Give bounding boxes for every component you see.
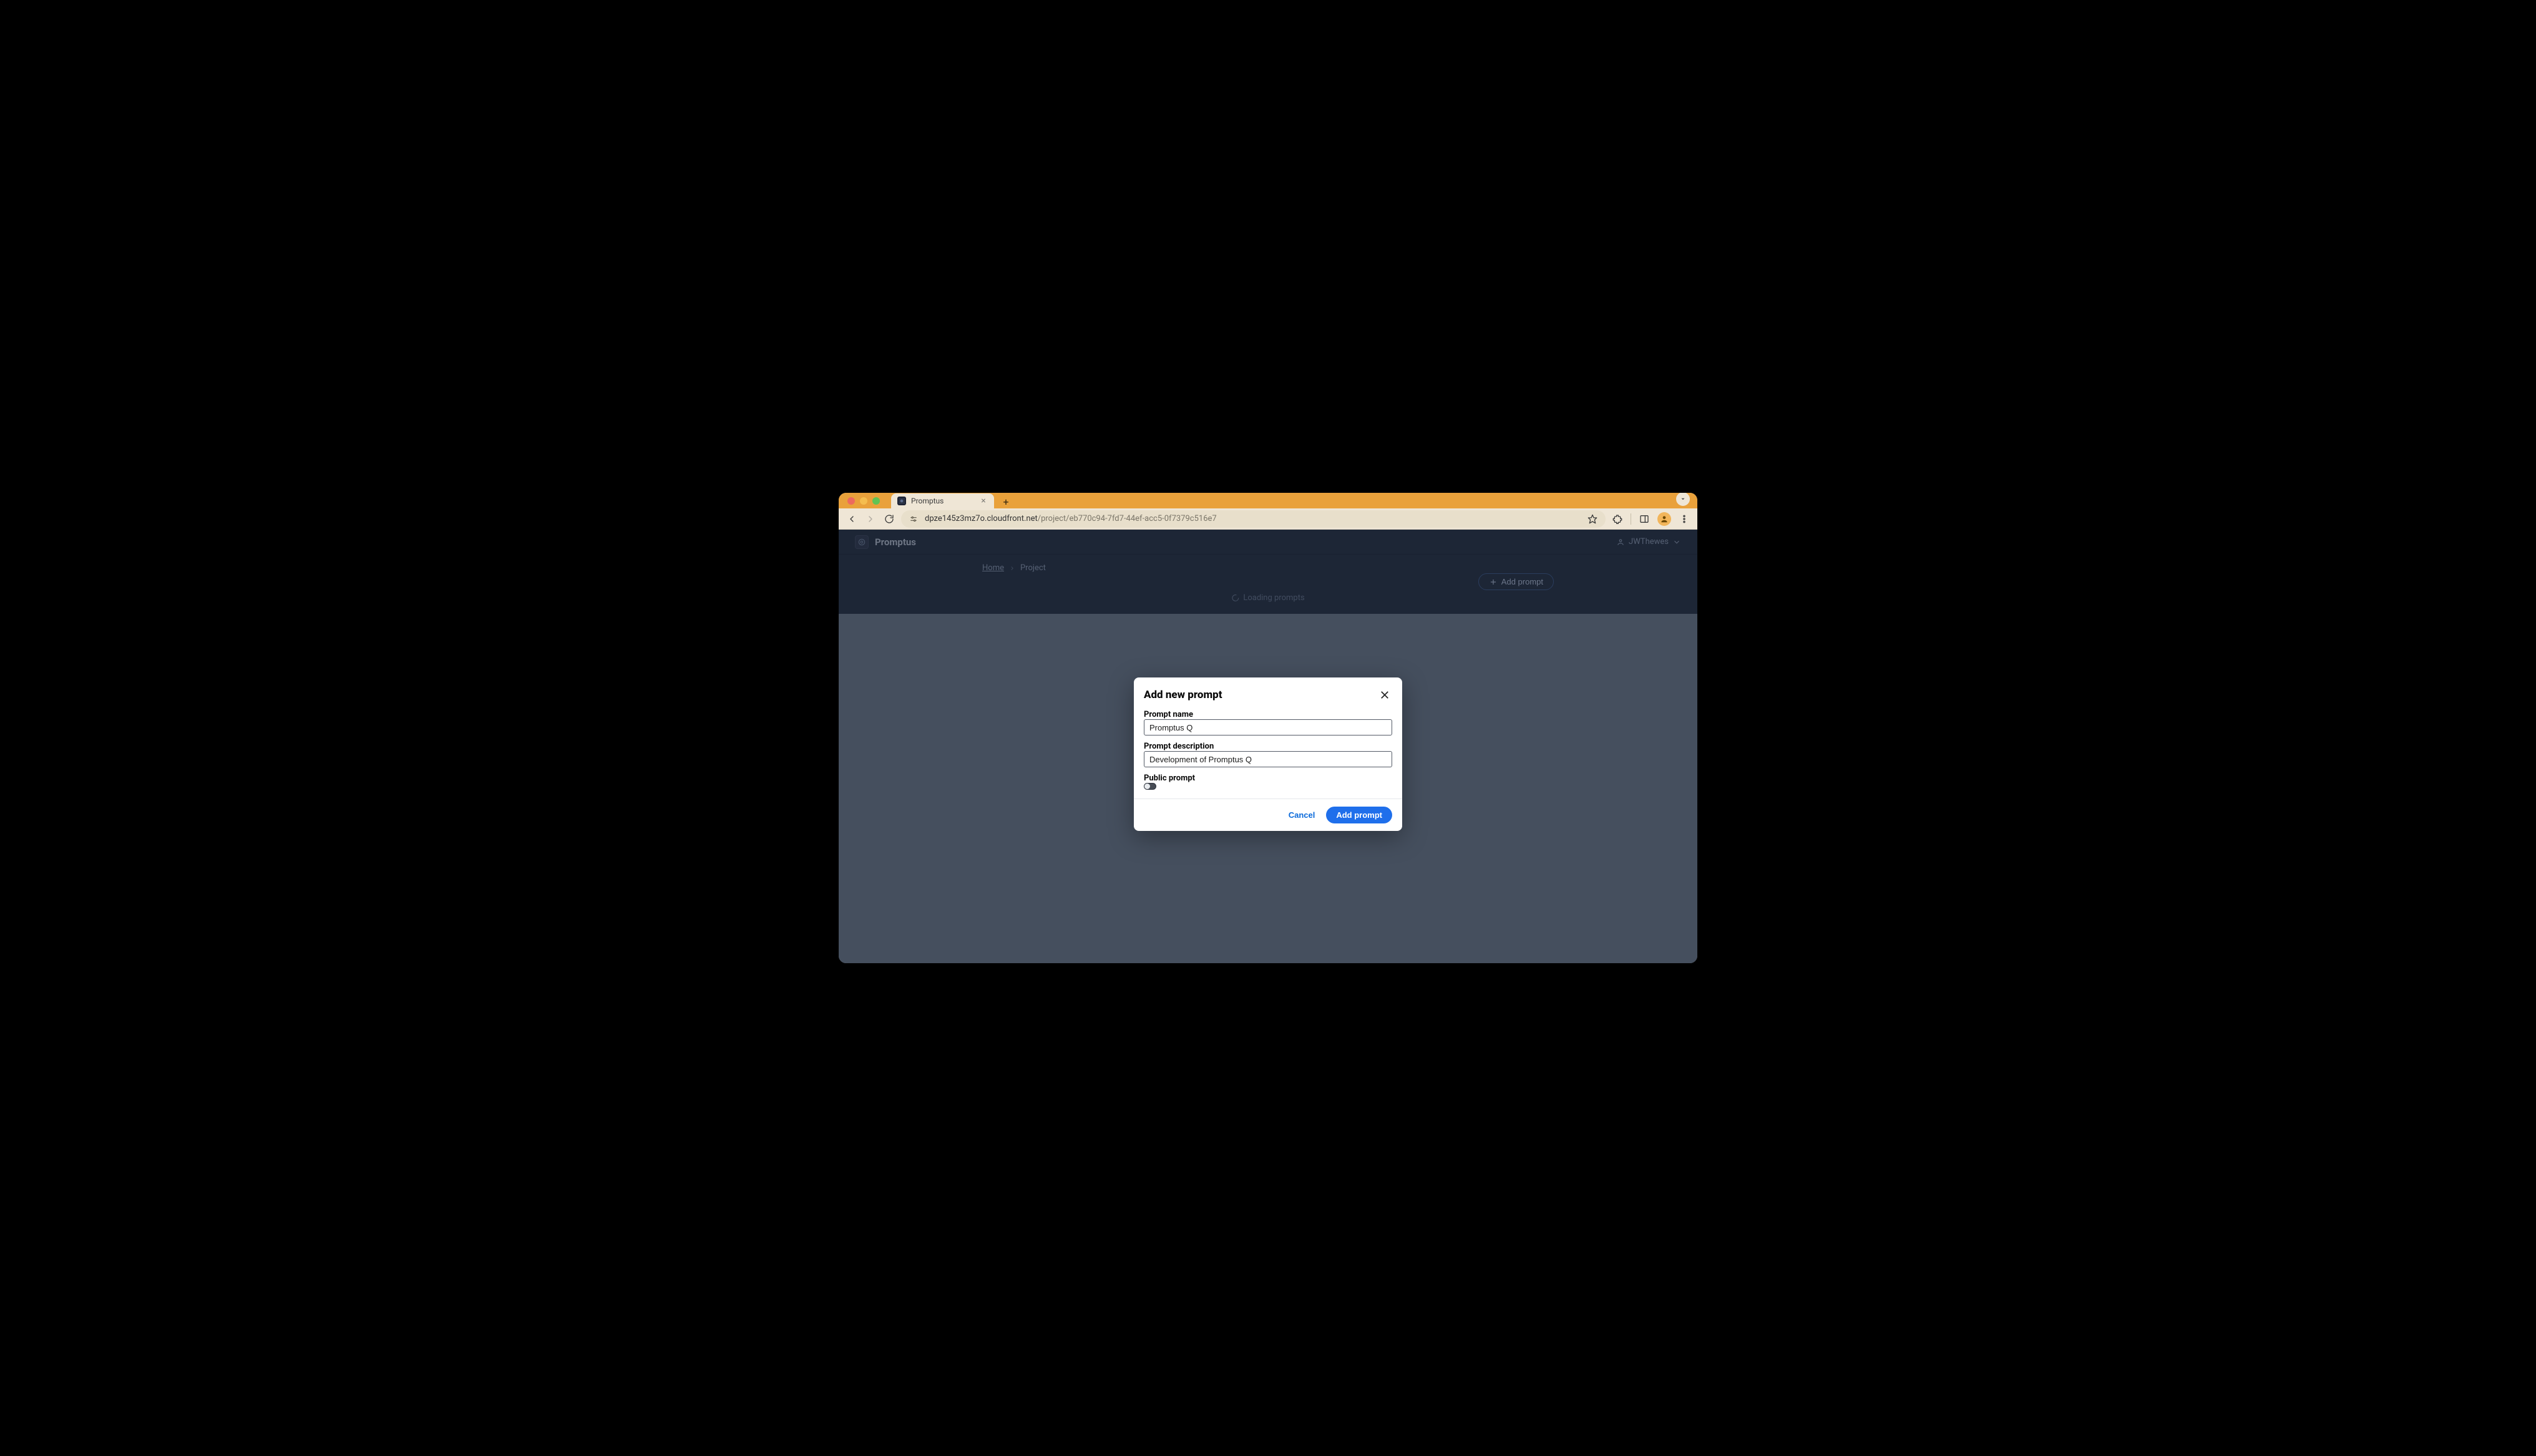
modal-title: Add new prompt [1144,689,1222,701]
public-prompt-label: Public prompt [1144,774,1392,783]
public-prompt-toggle[interactable] [1144,783,1156,790]
window-controls [847,493,880,508]
submit-add-prompt-button[interactable]: Add prompt [1326,807,1392,823]
tabs-dropdown-button[interactable] [1676,493,1690,506]
add-prompt-modal: Add new prompt Prompt name Prompt descri… [1134,677,1402,831]
prompt-desc-label: Prompt description [1144,742,1392,751]
field-public-prompt: Public prompt [1144,774,1392,790]
modal-close-button[interactable] [1377,687,1392,702]
browser-menu-icon[interactable] [1677,512,1691,526]
tab-close-button[interactable]: × [979,497,988,505]
modal-overlay[interactable]: Add new prompt Prompt name Prompt descri… [839,530,1697,963]
window-minimize-button[interactable] [860,497,867,505]
tab-title: Promptus [911,497,944,505]
url-text: dpze145z3mz7o.cloudfront.net/project/eb7… [925,514,1217,523]
app-root: Promptus JWThewes Home Project Add promp… [839,530,1697,963]
address-bar[interactable]: dpze145z3mz7o.cloudfront.net/project/eb7… [901,510,1606,528]
tab-strip: Promptus × + [839,493,1697,508]
url-host: dpze145z3mz7o.cloudfront.net [925,514,1038,523]
browser-toolbar: dpze145z3mz7o.cloudfront.net/project/eb7… [839,508,1697,530]
field-prompt-name: Prompt name [1144,710,1392,735]
prompt-name-input[interactable] [1144,719,1392,735]
prompt-name-label: Prompt name [1144,710,1392,719]
toolbar-actions [1611,512,1691,526]
modal-body: Prompt name Prompt description Public pr… [1134,706,1402,798]
extensions-icon[interactable] [1611,512,1624,526]
window-zoom-button[interactable] [872,497,880,505]
nav-forward-button[interactable] [864,512,877,526]
prompt-desc-input[interactable] [1144,751,1392,767]
window-close-button[interactable] [847,497,855,505]
toggle-knob [1144,784,1150,789]
modal-header: Add new prompt [1134,677,1402,706]
profile-avatar[interactable] [1657,512,1671,526]
close-icon [1379,689,1390,701]
modal-footer: Cancel Add prompt [1134,798,1402,831]
tab-favicon [897,497,906,505]
nav-back-button[interactable] [845,512,859,526]
cancel-button[interactable]: Cancel [1289,810,1315,820]
field-prompt-description: Prompt description [1144,742,1392,767]
bookmark-star-icon[interactable] [1586,512,1599,526]
url-path: /project/eb770c94-7fd7-44ef-acc5-0f7379c… [1038,514,1217,523]
side-panel-icon[interactable] [1637,512,1651,526]
site-settings-icon[interactable] [907,513,920,525]
new-tab-button[interactable]: + [999,495,1013,508]
browser-tab[interactable]: Promptus × [891,493,994,508]
nav-reload-button[interactable] [882,512,896,526]
browser-window: Promptus × + dpze145z3mz7o.cloudfront.ne… [839,493,1697,963]
